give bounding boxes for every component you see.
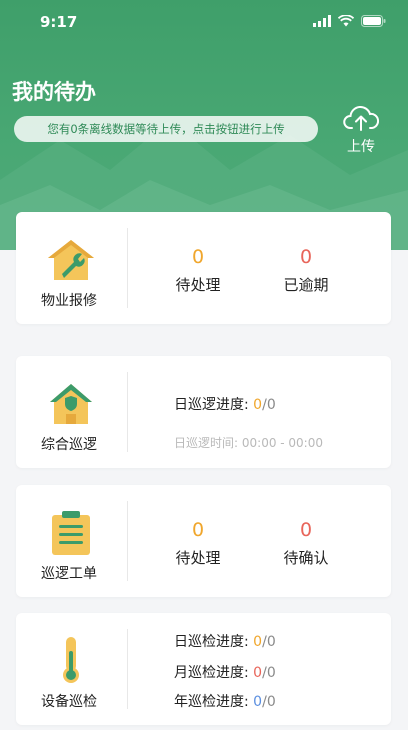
card-label: 综合巡逻 — [41, 437, 97, 453]
battery-icon — [361, 15, 386, 27]
stat-pending[interactable]: 0 待处理 — [153, 246, 243, 295]
status-bar: 9:17 — [0, 0, 408, 44]
daily-inspection-progress: 日巡检进度: 0/0 — [174, 631, 276, 651]
progress-total: 0 — [266, 665, 276, 681]
offline-data-notice: 您有0条离线数据等待上传，点击按钮进行上传 — [14, 116, 318, 142]
wrench-house-icon — [44, 236, 98, 284]
upload-button[interactable]: 上传 — [338, 104, 384, 156]
card-label: 设备巡检 — [41, 694, 97, 710]
wifi-icon — [338, 15, 354, 27]
cloud-upload-icon — [343, 105, 380, 131]
progress-done: 0 — [253, 694, 263, 710]
thermometer-icon — [44, 635, 98, 683]
card-divider — [127, 629, 128, 709]
stat-value: 0 — [191, 246, 205, 268]
clipboard-icon — [44, 509, 98, 557]
card-divider — [127, 228, 128, 308]
card-label: 物业报修 — [41, 293, 97, 309]
progress-label: 月巡检进度: — [174, 665, 249, 681]
time-value: 00:00 - 00:00 — [241, 436, 323, 450]
time-label: 日巡逻时间: — [174, 436, 239, 450]
progress-total: 0 — [266, 694, 276, 710]
stat-value: 0 — [191, 519, 205, 541]
shield-house-icon — [44, 380, 98, 428]
stat-value: 0 — [299, 246, 313, 268]
stat-caption: 已逾期 — [283, 276, 329, 294]
progress-done: 0 — [253, 665, 263, 681]
progress-total: 0 — [266, 634, 276, 650]
upload-label: 上传 — [347, 139, 375, 155]
progress-label: 日巡逻进度: — [174, 397, 249, 413]
status-time: 9:17 — [40, 13, 78, 31]
stat-overdue[interactable]: 0 已逾期 — [261, 246, 351, 295]
daily-patrol-time: 日巡逻时间: 00:00 - 00:00 — [174, 434, 323, 451]
progress-label: 日巡检进度: — [174, 634, 249, 650]
progress-label: 年巡检进度: — [174, 694, 249, 710]
stat-to-confirm[interactable]: 0 待确认 — [261, 519, 351, 568]
stat-caption: 待处理 — [175, 549, 221, 567]
card-property-repair[interactable]: 物业报修 0 待处理 0 已逾期 — [16, 212, 391, 324]
yearly-inspection-progress: 年巡检进度: 0/0 — [174, 691, 276, 711]
card-patrol-work-order[interactable]: 巡逻工单 0 待处理 0 待确认 — [16, 485, 391, 597]
progress-total: 0 — [266, 397, 276, 413]
signal-icon — [313, 15, 331, 27]
card-divider — [127, 372, 128, 452]
stat-value: 0 — [299, 519, 313, 541]
monthly-inspection-progress: 月巡检进度: 0/0 — [174, 662, 276, 682]
card-divider — [127, 501, 128, 581]
page-title: 我的待办 — [12, 80, 96, 104]
stat-caption: 待处理 — [175, 276, 221, 294]
card-comprehensive-patrol[interactable]: 综合巡逻 日巡逻进度: 0/0 日巡逻时间: 00:00 - 00:00 — [16, 356, 391, 468]
card-equipment-inspection[interactable]: 设备巡检 日巡检进度: 0/0 月巡检进度: 0/0 年巡检进度: 0/0 — [16, 613, 391, 725]
progress-done: 0 — [253, 397, 263, 413]
card-label: 巡逻工单 — [41, 566, 97, 582]
daily-patrol-progress: 日巡逻进度: 0/0 — [174, 394, 276, 414]
stat-pending[interactable]: 0 待处理 — [153, 519, 243, 568]
stat-caption: 待确认 — [283, 549, 329, 567]
progress-done: 0 — [253, 634, 263, 650]
